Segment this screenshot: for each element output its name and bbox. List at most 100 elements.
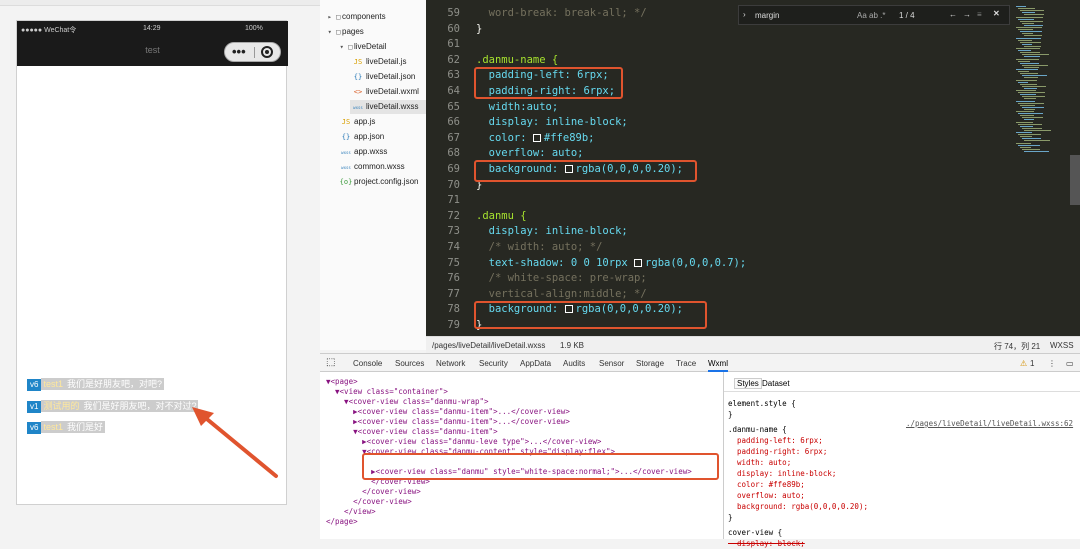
minimap-line [1018, 81, 1028, 83]
file-tree-item[interactable]: <> liveDetail.wxml [350, 85, 426, 99]
language-mode[interactable]: WXSS [1050, 341, 1074, 350]
close-icon[interactable]: ✕ [993, 9, 1000, 18]
file-tree-item[interactable]: ▾ □ pages [326, 25, 426, 39]
file-icon: JS [353, 58, 363, 66]
file-tree-item[interactable]: {} liveDetail.json [350, 70, 426, 84]
level-badge: v1 [27, 401, 42, 413]
code-line: /* width: auto; */ [476, 241, 603, 253]
color-swatch[interactable] [532, 133, 541, 142]
dom-node[interactable]: ▶<cover-view class="danmu-leve type">...… [326, 437, 601, 447]
inspect-icon[interactable]: ⬚ [326, 357, 335, 368]
tab-console[interactable]: Console [353, 359, 382, 368]
more-options-icon[interactable]: ⋮ [1048, 359, 1056, 368]
file-tree-item[interactable]: {} app.json [338, 130, 426, 144]
search-options[interactable]: Aa ab .* [857, 11, 885, 20]
minimap-line [1020, 104, 1035, 106]
dom-node[interactable]: ▼<view class="container"> [326, 387, 448, 397]
minimap-line [1016, 58, 1039, 60]
more-icon[interactable]: ••• [232, 44, 246, 59]
file-tree-item[interactable]: ▸ □ components [326, 10, 426, 24]
warning-icon[interactable]: ⚠ [1020, 359, 1027, 368]
find-in-selection-icon[interactable]: ≡ [977, 10, 982, 19]
style-line: width: auto; [728, 458, 792, 467]
editor-scrollbar[interactable] [1070, 155, 1080, 205]
danmu-item: v6 test1 我们是好朋友吧，对吧? [27, 378, 164, 391]
search-input[interactable]: margin [755, 11, 779, 20]
tab-wxml[interactable]: Wxml [708, 359, 728, 372]
tab-sources[interactable]: Sources [395, 359, 424, 368]
dom-node[interactable]: ▼<cover-view class="danmu-item"> [326, 427, 498, 437]
file-tree-item[interactable]: ▾ □ liveDetail [338, 40, 426, 54]
minimap-line [1024, 35, 1042, 37]
carrier-text: ●●●●● WeChat令 [21, 27, 77, 34]
line-number: 77 [447, 287, 460, 300]
color-swatch[interactable] [634, 258, 643, 267]
file-tree-item[interactable]: {o} project.config.json [338, 175, 426, 189]
minimap-line [1018, 29, 1033, 31]
dom-node[interactable]: ▶<cover-view class="danmu-item">...</cov… [326, 407, 570, 417]
tab-audits[interactable]: Audits [563, 359, 585, 368]
tab-security[interactable]: Security [479, 359, 508, 368]
expand-replace-icon[interactable]: › [743, 10, 746, 19]
minimap-line [1020, 94, 1036, 96]
minimap-line [1018, 134, 1041, 136]
tab-sensor[interactable]: Sensor [599, 359, 624, 368]
tab-styles[interactable]: Styles [734, 378, 762, 389]
minimap-line [1020, 83, 1037, 85]
line-number: 66 [447, 116, 460, 129]
line-number: 62 [447, 53, 460, 66]
minimap-line [1024, 98, 1036, 100]
minimap-line [1022, 148, 1040, 150]
minimap-line [1022, 106, 1044, 108]
capsule-divider [254, 47, 255, 58]
file-icon: <> [353, 88, 363, 96]
tab-network[interactable]: Network [436, 359, 465, 368]
dom-node[interactable]: ▶<cover-view class="danmu-item">...</cov… [326, 417, 570, 427]
dom-node[interactable]: </view> [326, 507, 376, 517]
style-source-link[interactable]: ./pages/liveDetail/liveDetail.wxss:62 [906, 419, 1073, 428]
minimap-line [1020, 10, 1044, 12]
minimap-line [1024, 140, 1050, 142]
line-number: 60 [447, 22, 460, 35]
minimap-line [1018, 92, 1045, 94]
file-tree-item[interactable]: JS liveDetail.js [350, 55, 426, 69]
minimap-line [1024, 24, 1043, 26]
file-icon: wxss [341, 165, 351, 170]
minimap-line [1016, 90, 1036, 91]
battery-text: 100% [245, 25, 263, 32]
dom-node[interactable]: </page> [326, 517, 358, 527]
code-line: vertical-align:middle; */ [476, 287, 647, 300]
tab-trace[interactable]: Trace [676, 359, 696, 368]
minimap-line [1018, 8, 1035, 10]
file-path: /pages/liveDetail/liveDetail.wxss [432, 341, 546, 350]
file-tree-item[interactable]: wxss app.wxss [338, 145, 426, 159]
dom-node[interactable]: ▼<page> [326, 377, 358, 387]
code-editor[interactable]: 59 word-break: break-all; */ 60} 61 62 .danm… [426, 0, 1080, 336]
mini-program-capsule[interactable]: ••• [224, 42, 281, 62]
line-number: 69 [447, 163, 460, 175]
devtools-tab-bar: ⬚ Console Sources Network Security AppDa… [320, 353, 1080, 372]
minimap-line [1024, 66, 1039, 68]
minimap-line [1018, 18, 1034, 20]
close-mini-program-icon[interactable] [261, 46, 273, 58]
minimap[interactable] [1010, 0, 1074, 336]
dock-icon[interactable]: ▭ [1066, 359, 1074, 368]
dom-node[interactable]: ▼<cover-view class="danmu-wrap"> [326, 397, 489, 407]
dom-node[interactable]: </cover-view> [326, 497, 412, 507]
minimap-line [1020, 20, 1043, 22]
prev-match-icon[interactable]: ← [949, 10, 957, 19]
tab-appdata[interactable]: AppData [520, 359, 551, 368]
tab-storage[interactable]: Storage [636, 359, 664, 368]
file-tree-item[interactable]: JS app.js [338, 115, 426, 129]
danmu-content: 我们是好 [64, 421, 105, 433]
dom-node[interactable]: </cover-view> [326, 487, 421, 497]
minimap-line [1022, 12, 1035, 14]
line-number: 63 [447, 69, 460, 82]
minimap-line [1016, 100, 1035, 102]
minimap-line [1020, 62, 1039, 64]
tab-dataset[interactable]: Dataset [762, 379, 790, 388]
file-tree-item[interactable]: wxss common.wxss [338, 160, 426, 174]
next-match-icon[interactable]: → [963, 10, 971, 19]
file-tree-item[interactable]: wxss liveDetail.wxss [350, 100, 426, 114]
editor-status-bar: /pages/liveDetail/liveDetail.wxss 1.9 KB… [426, 336, 1080, 353]
